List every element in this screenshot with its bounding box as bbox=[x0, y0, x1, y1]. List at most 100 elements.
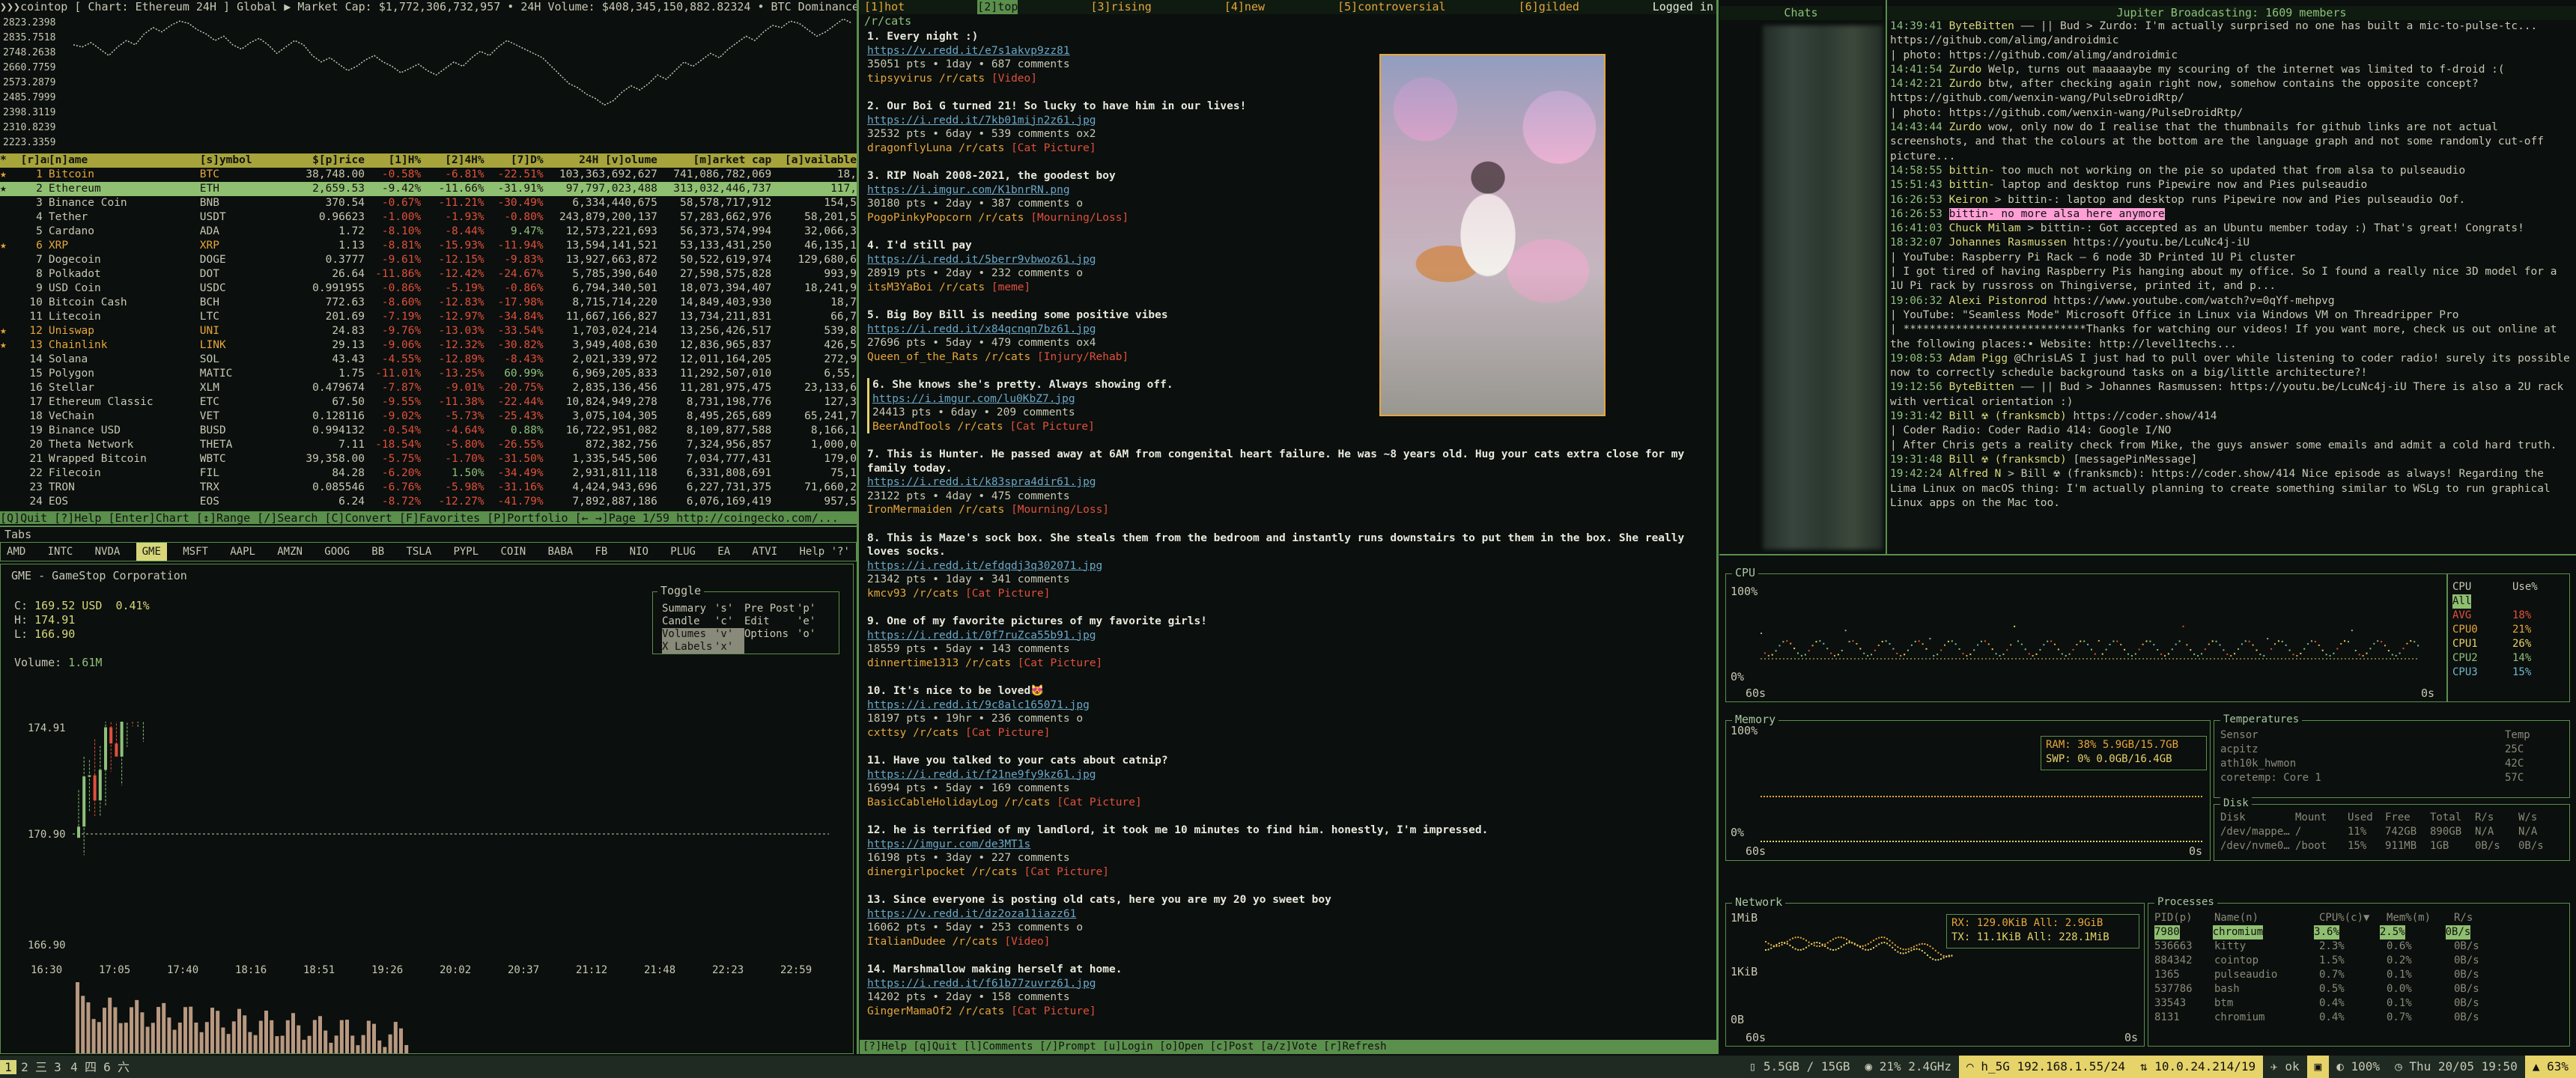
post-author[interactable]: kmcv93 /r/cats [Cat Picture] bbox=[867, 587, 1709, 601]
coin-row[interactable]: 11 Litecoin LTC 201.69 -7.19% -12.97% -34.84% 1… bbox=[0, 310, 857, 324]
sort-tab[interactable]: [2]top bbox=[977, 0, 1018, 14]
toggle-panel[interactable]: Toggle Summary's' Pre Post'p' Candle'c' Edi… bbox=[652, 584, 839, 654]
message-sender[interactable]: bittin- bbox=[1949, 165, 1995, 177]
tab-pypl[interactable]: PYPL bbox=[447, 543, 484, 561]
coin-row[interactable]: 10 Bitcoin Cash BCH 772.63 -8.60% -12.83% -17.… bbox=[0, 296, 857, 310]
post-title[interactable]: 6. She knows she's pretty. Always showin… bbox=[872, 378, 1367, 392]
bottom-monitor[interactable]: CPU 100% 0% 60s 0s CPU Use% All AVG 18% CPU0 2… bbox=[1719, 557, 2576, 1054]
coin-row[interactable]: 14 Solana SOL 43.43 -4.55% -12.89% -8.43% 2,021… bbox=[0, 353, 857, 367]
coin-row[interactable]: 15 Polygon MATIC 1.75 -11.01% -13.25% 60.99% 6,… bbox=[0, 367, 857, 381]
coin-row[interactable]: 20 Theta Network THETA 7.11 -18.54% -5.80% -26… bbox=[0, 438, 857, 452]
message-sender[interactable]: Keiron bbox=[1949, 194, 1988, 206]
post-username[interactable]: kmcv93 bbox=[867, 588, 906, 600]
coin-row[interactable]: 7 Dogecoin DOGE 0.3777 -9.61% -12.15% -9.83% 13… bbox=[0, 253, 857, 267]
post-item[interactable]: 14. Marshmallow making herself at home. h… bbox=[867, 963, 1709, 1018]
coin-row[interactable]: ★ 13 Chainlink LINK 29.13 -9.06% -12.32% -30.82… bbox=[0, 338, 857, 353]
coin-row[interactable]: 3 Binance Coin BNB 370.54 -0.67% -11.21% -30.4… bbox=[0, 196, 857, 210]
workspace-button[interactable]: 2 bbox=[16, 1060, 33, 1074]
sort-tab[interactable]: [6]gilded bbox=[1519, 0, 1579, 14]
post-url[interactable]: https://v.redd.it/dz2oza11iazz61 bbox=[867, 907, 1709, 922]
post-url[interactable]: https://i.redd.it/efdqdj3q302071.jpg bbox=[867, 559, 1709, 573]
coin-row[interactable]: 24 EOS EOS 6.24 -8.72% -12.27% -41.79% 7,892,88… bbox=[0, 495, 857, 509]
process-row[interactable]: 7980 chromium 3.6% 2.5% 0B/s bbox=[2154, 925, 2563, 940]
message-sender[interactable]: Chuck Milam bbox=[1949, 222, 2021, 234]
cpu-row[interactable]: AVG 18% bbox=[2452, 609, 2565, 623]
coin-row[interactable]: ★ 1 Bitcoin BTC 38,748.00 -0.58% -6.81% -22.51%… bbox=[0, 168, 857, 182]
column-header[interactable]: [s]ymbol bbox=[200, 153, 282, 168]
post-author[interactable]: BasicCableHolidayLog /r/cats [Cat Pictur… bbox=[867, 796, 1709, 810]
process-row[interactable]: 1365 pulseaudio 0.7% 0.1% 0B/s bbox=[2154, 968, 2563, 982]
message-sender[interactable]: ByteBitten bbox=[1949, 381, 2014, 393]
tab-aapl[interactable]: AAPL bbox=[224, 543, 261, 561]
message-sender[interactable]: bittin- bbox=[1948, 207, 1995, 220]
post-title[interactable]: 12. he is terrified of my landlord, it t… bbox=[867, 823, 1709, 838]
post-username[interactable]: Queen_of_the_Rats bbox=[867, 351, 978, 363]
workspace-button[interactable]: 6 bbox=[99, 1060, 115, 1074]
post-title[interactable]: 13. Since everyone is posting old cats, … bbox=[867, 893, 1709, 907]
tab-fb[interactable]: FB bbox=[589, 543, 614, 561]
coin-row[interactable]: ★ 6 XRP XRP 1.13 -8.81% -15.93% -11.94% 13,594,1… bbox=[0, 239, 857, 253]
post-item[interactable]: 7. This is Hunter. He passed away at 6AM… bbox=[867, 448, 1709, 517]
toggle-option[interactable]: Edit bbox=[744, 615, 797, 628]
workspace-button[interactable]: 4 bbox=[66, 1060, 82, 1074]
message-sender[interactable]: Zurdo bbox=[1949, 121, 1982, 133]
post-username[interactable]: dragonflyLuna bbox=[867, 142, 953, 154]
post-url[interactable]: https://i.redd.it/f21ne9fy9kz61.jpg bbox=[867, 768, 1709, 782]
cpu-table[interactable]: CPU Use% All AVG 18% CPU0 21% CPU1 26% CPU2 14% CPU… bbox=[2447, 573, 2570, 702]
post-author[interactable]: BeerAndTools /r/cats [Cat Picture] bbox=[872, 420, 1709, 434]
coin-row[interactable]: 19 Binance USD BUSD 0.994132 -0.54% -4.64% 0.8… bbox=[0, 424, 857, 438]
reddit-sort-tabs[interactable]: [1]hot [2]top [3]rising [4]new [5]controvers… bbox=[860, 0, 1716, 14]
process-panel[interactable]: Processes PID(p) Name(n) CPU%(c)▼ Mem%(m) R/… bbox=[2148, 895, 2570, 1047]
chat-messages[interactable]: 14:39:41 ByteBitten —— || Bud > Zurdo: I… bbox=[1890, 19, 2573, 511]
tab-intc[interactable]: INTC bbox=[42, 543, 79, 561]
post-username[interactable]: ItalianDudee bbox=[867, 936, 946, 948]
cpu-row[interactable]: CPU3 15% bbox=[2452, 666, 2565, 680]
post-username[interactable]: itsM3YaBoi bbox=[867, 281, 932, 293]
message-sender[interactable]: Johannes Rasmussen bbox=[1949, 237, 2067, 249]
cointop-pane[interactable]: ❯❯❯cointop [ Chart: Ethereum 24H ] Globa… bbox=[0, 0, 857, 524]
post-author[interactable]: GingerMamaOf2 /r/cats [Cat Picture] bbox=[867, 1005, 1709, 1019]
coin-row[interactable]: ★ 2 Ethereum ETH 2,659.53 -9.42% -11.66% -31.91… bbox=[0, 182, 857, 196]
post-author[interactable]: dinnertime1313 /r/cats [Cat Picture] bbox=[867, 657, 1709, 671]
coin-row[interactable]: 8 Polkadot DOT 26.64 -11.86% -12.42% -24.67% 5,… bbox=[0, 267, 857, 281]
ticker-tabs[interactable]: AMD INTC NVDA GME MSFT AAPL AMZN GOOG BB TSLA PYPL… bbox=[0, 542, 857, 561]
column-header[interactable]: [2]4H% bbox=[421, 153, 484, 168]
column-header[interactable]: [7]D% bbox=[484, 153, 544, 168]
post-url[interactable]: https://i.redd.it/9c8alc165071.jpg bbox=[867, 698, 1709, 713]
coin-row[interactable]: 23 TRON TRX 0.085546 -6.76% -5.98% -31.16% 4,42… bbox=[0, 481, 857, 495]
tab-amzn[interactable]: AMZN bbox=[271, 543, 309, 561]
tab-coin[interactable]: COIN bbox=[494, 543, 532, 561]
coin-table-header[interactable]: *[r]ank[n]ame[s]ymbol$[p]rice[1]H%[2]4H%… bbox=[0, 153, 857, 168]
column-header[interactable]: [n]ame bbox=[49, 153, 200, 168]
coin-row[interactable]: 17 Ethereum Classic ETC 67.50 -9.55% -11.38% -… bbox=[0, 395, 857, 409]
chat-pane[interactable]: Chats Jupiter Broadcasting: 1609 members… bbox=[1719, 0, 2576, 554]
post-username[interactable]: dinergirlpocket bbox=[867, 866, 965, 878]
toggle-option[interactable]: Options bbox=[744, 628, 797, 641]
coin-row[interactable]: 4 Tether USDT 0.96623 -1.00% -1.93% -0.80% 243,… bbox=[0, 210, 857, 225]
post-url[interactable]: https://i.redd.it/k83spra4dir61.jpg bbox=[867, 475, 1709, 490]
tab-nvda[interactable]: NVDA bbox=[89, 543, 127, 561]
cpu-row[interactable]: CPU2 14% bbox=[2452, 651, 2565, 666]
workspace-switcher[interactable]: 12三34四6六 bbox=[0, 1059, 132, 1074]
coin-row[interactable]: 9 USD Coin USDC 0.991955 -0.86% -5.19% -0.86% 6… bbox=[0, 281, 857, 296]
process-row[interactable]: 8131 chromium 0.4% 0.7% 0B/s bbox=[2154, 1011, 2563, 1025]
tab-goog[interactable]: GOOG bbox=[318, 543, 356, 561]
message-sender[interactable]: Bill ☢ (franksmcb) bbox=[1949, 410, 2067, 422]
coin-row[interactable]: 21 Wrapped Bitcoin WBTC 39,358.00 -5.75% -1.7… bbox=[0, 452, 857, 466]
post-username[interactable]: IronMermaiden bbox=[867, 504, 953, 516]
post-author[interactable]: ItalianDudee /r/cats [Video] bbox=[867, 935, 1709, 949]
post-title[interactable]: 14. Marshmallow making herself at home. bbox=[867, 963, 1709, 977]
tab-atvi[interactable]: ATVI bbox=[746, 543, 783, 561]
tab-bb[interactable]: BB bbox=[365, 543, 390, 561]
toggle-option[interactable]: Candle bbox=[662, 615, 714, 628]
post-url[interactable]: https://i.redd.it/0f7ruZca55b91.jpg bbox=[867, 629, 1709, 643]
tab-ea[interactable]: EA bbox=[711, 543, 736, 561]
post-username[interactable]: BasicCableHolidayLog bbox=[867, 797, 998, 808]
workspace-button[interactable]: 四 bbox=[82, 1060, 99, 1074]
column-header[interactable]: [m]arket cap bbox=[657, 153, 771, 168]
post-username[interactable]: GingerMamaOf2 bbox=[867, 1005, 953, 1017]
sort-tab[interactable]: [5]controversial bbox=[1337, 0, 1446, 14]
post-title[interactable]: 1. Every night :) bbox=[867, 30, 1361, 44]
coin-row[interactable]: ★ 12 Uniswap UNI 24.83 -9.76% -13.03% -33.54% 1,… bbox=[0, 324, 857, 338]
column-header[interactable]: [r]ank bbox=[21, 153, 49, 168]
